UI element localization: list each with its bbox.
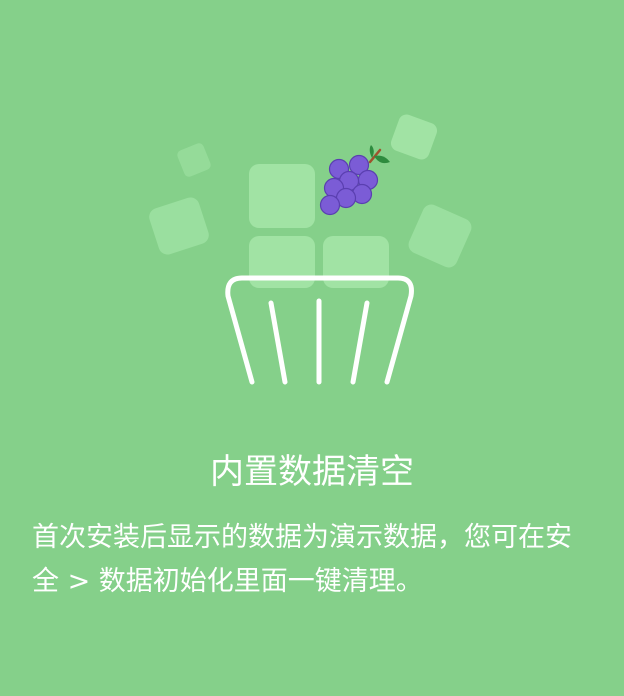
basket-icon — [225, 275, 414, 385]
floating-tile-top-right — [390, 114, 438, 160]
stacked-tile-top — [249, 164, 315, 228]
floating-tile-left — [149, 197, 209, 255]
floating-tile-right — [408, 204, 472, 268]
grape-icon — [319, 145, 390, 216]
clear-data-card: 内置数据清空 首次安装后显示的数据为演示数据，您可在安全 > 数据初始化里面一键… — [0, 0, 624, 696]
dialog-description: 首次安装后显示的数据为演示数据，您可在安全 > 数据初始化里面一键清理。 — [32, 522, 572, 597]
floating-tile-small — [177, 143, 211, 177]
trash-basket-illustration — [149, 114, 472, 385]
dialog-title: 内置数据清空 — [210, 452, 414, 492]
